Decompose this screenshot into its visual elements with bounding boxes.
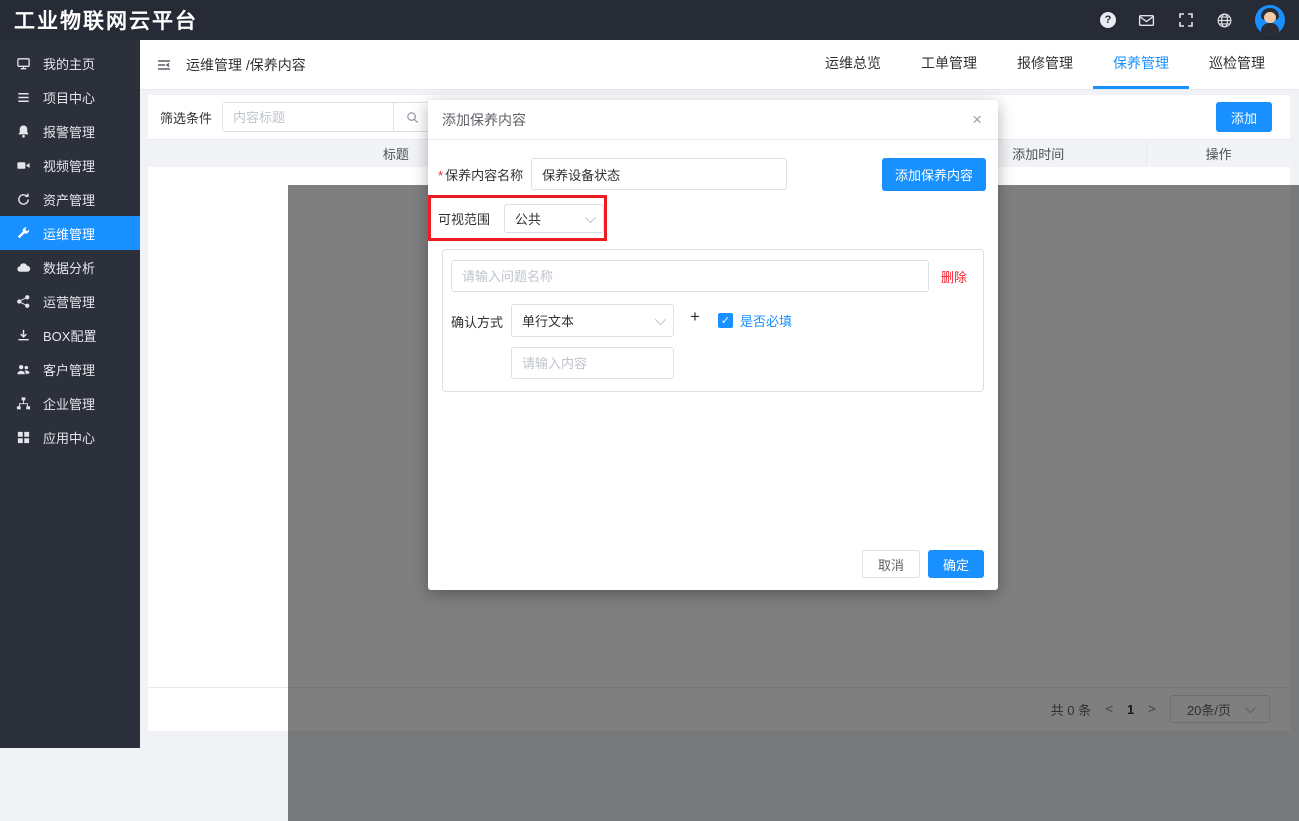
mail-icon[interactable]	[1138, 12, 1155, 29]
search-icon	[405, 110, 420, 125]
cloud-chart-icon	[16, 260, 31, 275]
delete-question-link[interactable]: 删除	[941, 267, 967, 286]
sidebar-item-ops[interactable]: 运维管理	[0, 216, 140, 250]
bell-icon	[16, 124, 31, 139]
sidebar-item-analytics[interactable]: 数据分析	[0, 250, 140, 284]
name-label: *保养内容名称	[438, 165, 523, 184]
question-group: 删除 确认方式 单行文本 + ✓ 是否必填	[442, 249, 984, 392]
question-name-input[interactable]	[451, 260, 929, 292]
tab-ops-overview[interactable]: 运维总览	[805, 40, 901, 89]
scope-label: 可视范围	[438, 209, 490, 228]
required-mark: *	[438, 168, 443, 183]
tab-repair[interactable]: 报修管理	[997, 40, 1093, 89]
sidebar-item-apps[interactable]: 应用中心	[0, 420, 140, 454]
sidebar-item-enterprise[interactable]: 企业管理	[0, 386, 140, 420]
sidebar-item-customers[interactable]: 客户管理	[0, 352, 140, 386]
confirm-row: 确认方式 单行文本 + ✓ 是否必填	[451, 304, 973, 379]
avatar-body	[1261, 23, 1279, 35]
sidebar-item-home[interactable]: 我的主页	[0, 46, 140, 80]
table-header-actions: 操作	[1147, 140, 1290, 167]
dialog-body: *保养内容名称 添加保养内容 可视范围 公共 删除 确认方式 单行文本	[428, 140, 998, 392]
collapse-menu-icon[interactable]	[156, 57, 172, 73]
tab-inspection[interactable]: 巡检管理	[1189, 40, 1285, 89]
globe-icon[interactable]	[1216, 12, 1233, 29]
users-icon	[16, 362, 31, 377]
ok-button[interactable]: 确定	[928, 550, 984, 578]
search-input[interactable]	[223, 103, 393, 131]
filter-label: 筛选条件	[160, 108, 212, 127]
scope-form-row: 可视范围 公共	[438, 204, 986, 233]
app-header: 工业物联网云平台 ?	[0, 0, 1299, 40]
chevron-down-icon	[585, 211, 596, 222]
tab-work-orders[interactable]: 工单管理	[901, 40, 997, 89]
wrench-icon	[16, 226, 31, 241]
search-button[interactable]	[393, 103, 431, 131]
tab-maintenance[interactable]: 保养管理	[1093, 40, 1189, 89]
monitor-icon	[16, 56, 31, 71]
search-box	[222, 102, 432, 132]
dialog-header: 添加保养内容 ×	[428, 100, 998, 140]
add-button[interactable]: 添加	[1216, 102, 1272, 132]
close-icon[interactable]: ×	[972, 111, 982, 128]
dialog-footer: 取消 确定	[862, 550, 984, 578]
required-checkbox-label: 是否必填	[740, 311, 792, 330]
confirm-method-label: 确认方式	[451, 312, 503, 331]
sidebar-nav: 我的主页 项目中心 报警管理 视频管理 资产管理 运维管理 数据分析 运营管理 …	[0, 40, 140, 748]
share-icon	[16, 294, 31, 309]
confirm-column: 单行文本	[511, 304, 674, 379]
download-icon	[16, 328, 31, 343]
sidebar-item-box-config[interactable]: BOX配置	[0, 318, 140, 352]
user-avatar[interactable]	[1255, 5, 1285, 35]
required-checkbox-wrap[interactable]: ✓ 是否必填	[718, 311, 792, 330]
breadcrumb: 运维管理 /保养内容	[186, 55, 306, 75]
top-tabs: 运维总览 工单管理 报修管理 保养管理 巡检管理	[805, 40, 1299, 89]
add-maintenance-content-button[interactable]: 添加保养内容	[882, 158, 986, 191]
scope-select[interactable]: 公共	[504, 204, 604, 233]
header-actions: ?	[1100, 5, 1299, 35]
sidebar-item-assets[interactable]: 资产管理	[0, 182, 140, 216]
checkbox-checked-icon[interactable]: ✓	[718, 313, 733, 328]
sidebar-item-video[interactable]: 视频管理	[0, 148, 140, 182]
add-maintenance-dialog: 添加保养内容 × *保养内容名称 添加保养内容 可视范围 公共 删除 确认方式	[428, 100, 998, 590]
question-name-row: 删除	[451, 260, 973, 292]
avatar-face	[1264, 12, 1276, 23]
confirm-method-select[interactable]: 单行文本	[511, 304, 674, 337]
name-form-row: *保养内容名称 添加保养内容	[438, 158, 986, 190]
fullscreen-icon[interactable]	[1177, 12, 1194, 29]
grid-icon	[16, 430, 31, 445]
app-title: 工业物联网云平台	[0, 5, 198, 35]
recycle-icon	[16, 192, 31, 207]
maintenance-name-input[interactable]	[531, 158, 787, 190]
chevron-down-icon	[655, 313, 666, 324]
dialog-title: 添加保养内容	[442, 110, 526, 130]
add-question-icon[interactable]: +	[690, 308, 700, 325]
video-icon	[16, 158, 31, 173]
list-icon	[16, 90, 31, 105]
sidebar-item-projects[interactable]: 项目中心	[0, 80, 140, 114]
sidebar-item-operation[interactable]: 运营管理	[0, 284, 140, 318]
help-icon[interactable]: ?	[1100, 12, 1116, 28]
cancel-button[interactable]: 取消	[862, 550, 920, 578]
sidebar-item-alarm[interactable]: 报警管理	[0, 114, 140, 148]
sitemap-icon	[16, 396, 31, 411]
secondary-bar: 运维管理 /保养内容 运维总览 工单管理 报修管理 保养管理 巡检管理	[140, 40, 1299, 90]
question-content-input[interactable]	[511, 347, 674, 379]
